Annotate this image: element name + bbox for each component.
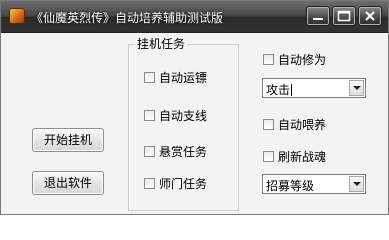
auto-cultivate-checkbox[interactable]: 自动修为: [263, 51, 326, 68]
checkbox-box: [263, 54, 274, 65]
checkbox-label: 师门任务: [159, 177, 208, 191]
checkbox-box: [144, 110, 155, 121]
close-button[interactable]: [358, 6, 382, 26]
checkbox-label: 自动支线: [159, 109, 208, 123]
title-bar[interactable]: 《仙魔英烈传》自动培养辅助测试版: [1, 1, 388, 33]
checkbox-label: 悬赏任务: [159, 145, 208, 159]
checkbox-box: [263, 119, 274, 130]
checkbox-box: [144, 72, 155, 83]
chevron-down-icon: [353, 86, 361, 90]
dropdown-arrow-button[interactable]: [349, 80, 364, 96]
app-window: 《仙魔英烈传》自动培养辅助测试版 开始挂机 退出软件 挂机任务 自动运镖 自动支…: [0, 0, 389, 215]
maximize-button[interactable]: [332, 6, 356, 26]
start-hangup-button[interactable]: 开始挂机: [32, 128, 104, 152]
attack-select[interactable]: 攻击: [262, 78, 366, 98]
group-title: 挂机任务: [135, 35, 188, 52]
auto-escort-checkbox[interactable]: 自动运镖: [144, 69, 207, 86]
app-icon: [9, 8, 25, 24]
checkbox-label: 自动运镖: [159, 71, 208, 85]
checkbox-box: [144, 146, 155, 157]
checkbox-box: [263, 151, 274, 162]
minimize-button[interactable]: [306, 6, 330, 26]
bounty-task-checkbox[interactable]: 悬赏任务: [144, 143, 207, 160]
recruit-level-value: 招募等级: [266, 179, 315, 193]
checkbox-label: 自动喂养: [278, 118, 327, 132]
refresh-soul-checkbox[interactable]: 刷新战魂: [263, 148, 326, 165]
exit-software-button[interactable]: 退出软件: [32, 171, 104, 195]
text-caret: [291, 84, 293, 96]
auto-sidequest-checkbox[interactable]: 自动支线: [144, 107, 207, 124]
maximize-icon: [337, 10, 351, 22]
auto-feed-checkbox[interactable]: 自动喂养: [263, 116, 326, 133]
chevron-down-icon: [353, 182, 361, 186]
checkbox-label: 自动修为: [278, 53, 327, 67]
close-icon: [365, 11, 375, 21]
window-title: 《仙魔英烈传》自动培养辅助测试版: [31, 11, 224, 25]
checkbox-box: [144, 178, 155, 189]
minimize-icon: [313, 18, 323, 20]
sect-task-checkbox[interactable]: 师门任务: [144, 175, 207, 192]
dropdown-arrow-button[interactable]: [349, 176, 364, 192]
recruit-level-select[interactable]: 招募等级: [262, 174, 366, 194]
checkbox-label: 刷新战魂: [278, 150, 327, 164]
attack-select-value: 攻击: [266, 83, 291, 97]
